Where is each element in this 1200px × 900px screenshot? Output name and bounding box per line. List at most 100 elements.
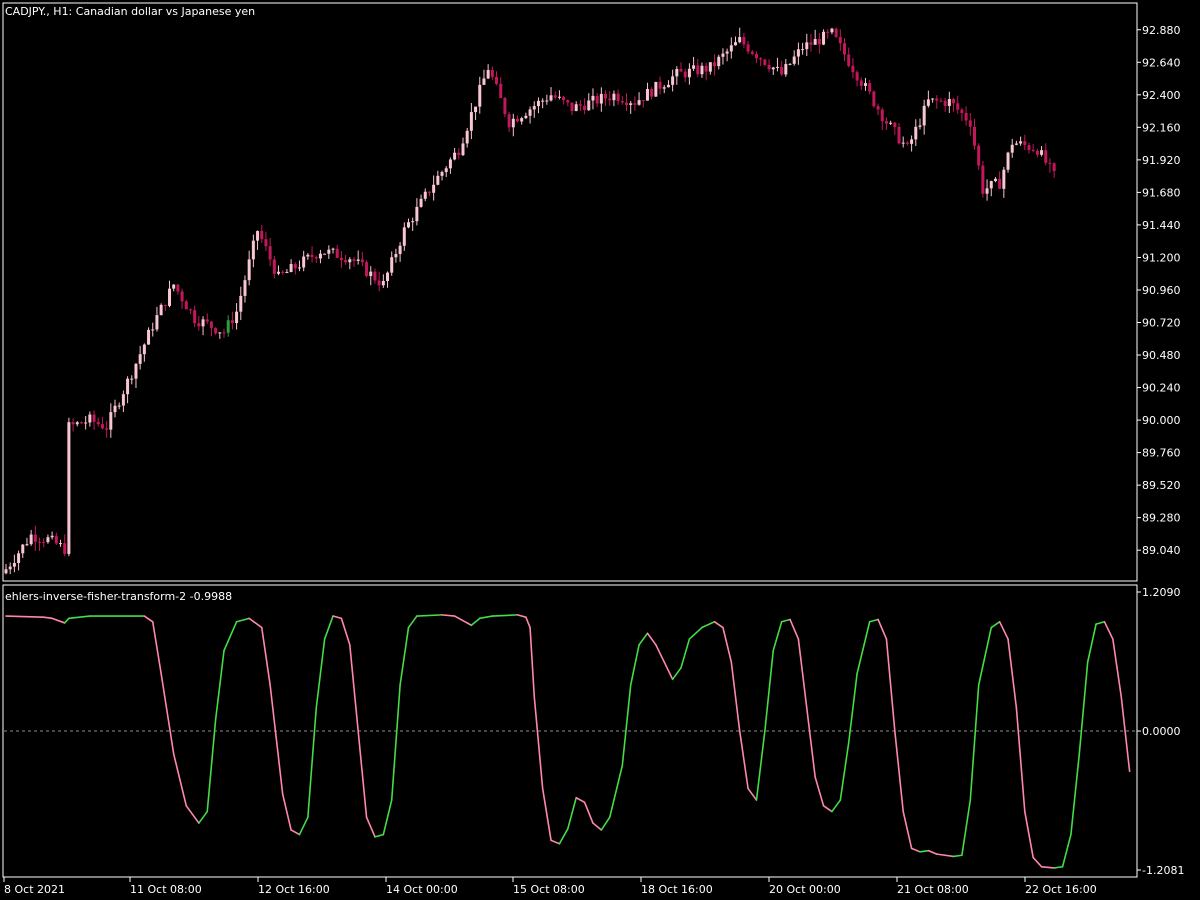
candle-body	[511, 118, 515, 128]
candle-body	[880, 109, 884, 122]
candle-body	[889, 122, 893, 124]
candle-body	[952, 99, 956, 104]
candle-body	[851, 65, 855, 73]
candle-body	[595, 95, 599, 104]
price-tick-label: 91.440	[1142, 219, 1181, 232]
indicator-segment	[42, 616, 53, 620]
chart-window[interactable]: 92.880 92.640 92.400 92.160 91.920 91.680 91.4…	[0, 0, 1200, 900]
candle-body	[708, 62, 712, 72]
candle-body	[633, 103, 637, 105]
candle-body	[172, 284, 176, 289]
candle-body	[8, 566, 12, 570]
candle-body	[1023, 141, 1027, 146]
price-tick-label: 90.960	[1142, 284, 1181, 297]
candle-body	[801, 49, 805, 51]
candle-body	[356, 259, 360, 261]
candle-body	[977, 145, 981, 166]
candle-body	[134, 363, 138, 379]
candle-body	[570, 102, 574, 111]
candle-body	[1014, 143, 1018, 145]
candle-body	[386, 272, 390, 282]
price-tick-label: 89.760	[1142, 447, 1181, 460]
candle-body	[507, 114, 511, 128]
candle-body	[805, 42, 809, 50]
price-tick-label: 92.880	[1142, 24, 1181, 37]
chart-title: CADJPY., H1: Canadian dollar vs Japanese…	[5, 5, 255, 18]
candle-body	[222, 332, 226, 334]
candle-body	[692, 65, 696, 69]
time-tick-label: 12 Oct 16:00	[258, 883, 330, 896]
candle-body	[411, 221, 415, 223]
candle-body	[1019, 141, 1023, 144]
time-tick-label: 22 Oct 16:00	[1025, 883, 1097, 896]
candle-body	[939, 100, 943, 102]
candle-body	[17, 553, 21, 564]
candle-body	[482, 78, 486, 85]
candle-body	[524, 115, 528, 119]
candle-body	[763, 59, 767, 65]
price-tick-label: 90.240	[1142, 382, 1181, 395]
candle-body	[775, 66, 779, 68]
candle-body	[46, 537, 50, 543]
candle-body	[868, 83, 872, 92]
candle-body	[817, 39, 821, 45]
candle-body	[528, 109, 532, 116]
candle-body	[12, 563, 16, 567]
chart-canvas[interactable]: 92.880 92.640 92.400 92.160 91.920 91.680 91.4…	[0, 0, 1200, 900]
candle-body	[440, 172, 444, 176]
candle-body	[549, 95, 553, 101]
candle-body	[1040, 150, 1044, 155]
candle-body	[126, 378, 130, 395]
indicator-tick-label: -1.2081	[1142, 864, 1184, 877]
candle-body	[943, 100, 947, 106]
candle-body	[478, 84, 482, 107]
candle-body	[998, 178, 1002, 189]
candle-body	[264, 239, 268, 247]
candle-body	[956, 103, 960, 110]
price-tick-label: 89.520	[1142, 479, 1181, 492]
candle-body	[377, 280, 381, 286]
candle-body	[38, 541, 42, 543]
background	[0, 0, 1200, 900]
candle-body	[256, 231, 260, 241]
candle-body	[993, 178, 997, 182]
candle-body	[629, 103, 633, 105]
candle-body	[474, 106, 478, 113]
candle-body	[809, 42, 813, 45]
candle-body	[176, 284, 180, 292]
candle-body	[599, 93, 603, 104]
candle-body	[759, 58, 763, 60]
candle-body	[381, 281, 385, 286]
candle-body	[419, 198, 423, 207]
candle-body	[42, 541, 46, 543]
candle-body	[1048, 162, 1052, 164]
candle-body	[1031, 149, 1035, 151]
price-tick-label: 89.280	[1142, 512, 1181, 525]
candle-body	[746, 44, 750, 52]
candle-body	[822, 31, 826, 45]
candle-body	[654, 81, 658, 97]
candle-body	[562, 96, 566, 101]
candle-body	[536, 100, 540, 107]
candle-body	[423, 191, 427, 199]
indicator-last-value: -0.9988	[190, 590, 232, 603]
candle-body	[503, 98, 507, 115]
candle-body	[734, 42, 738, 46]
candle-body	[729, 45, 733, 52]
candle-body	[209, 321, 213, 328]
candle-body	[1044, 150, 1048, 163]
candle-body	[318, 253, 322, 259]
candle-body	[50, 535, 54, 538]
candle-body	[159, 304, 163, 316]
candle-body	[750, 51, 754, 54]
candle-body	[985, 188, 989, 194]
candle-body	[243, 280, 247, 296]
candle-body	[71, 422, 75, 425]
candle-body	[29, 534, 33, 545]
candle-body	[696, 65, 700, 75]
candle-body	[901, 142, 905, 144]
candle-body	[390, 257, 394, 273]
time-tick-label: 11 Oct 08:00	[130, 883, 202, 896]
candle-body	[637, 100, 641, 105]
candle-body	[700, 65, 704, 75]
